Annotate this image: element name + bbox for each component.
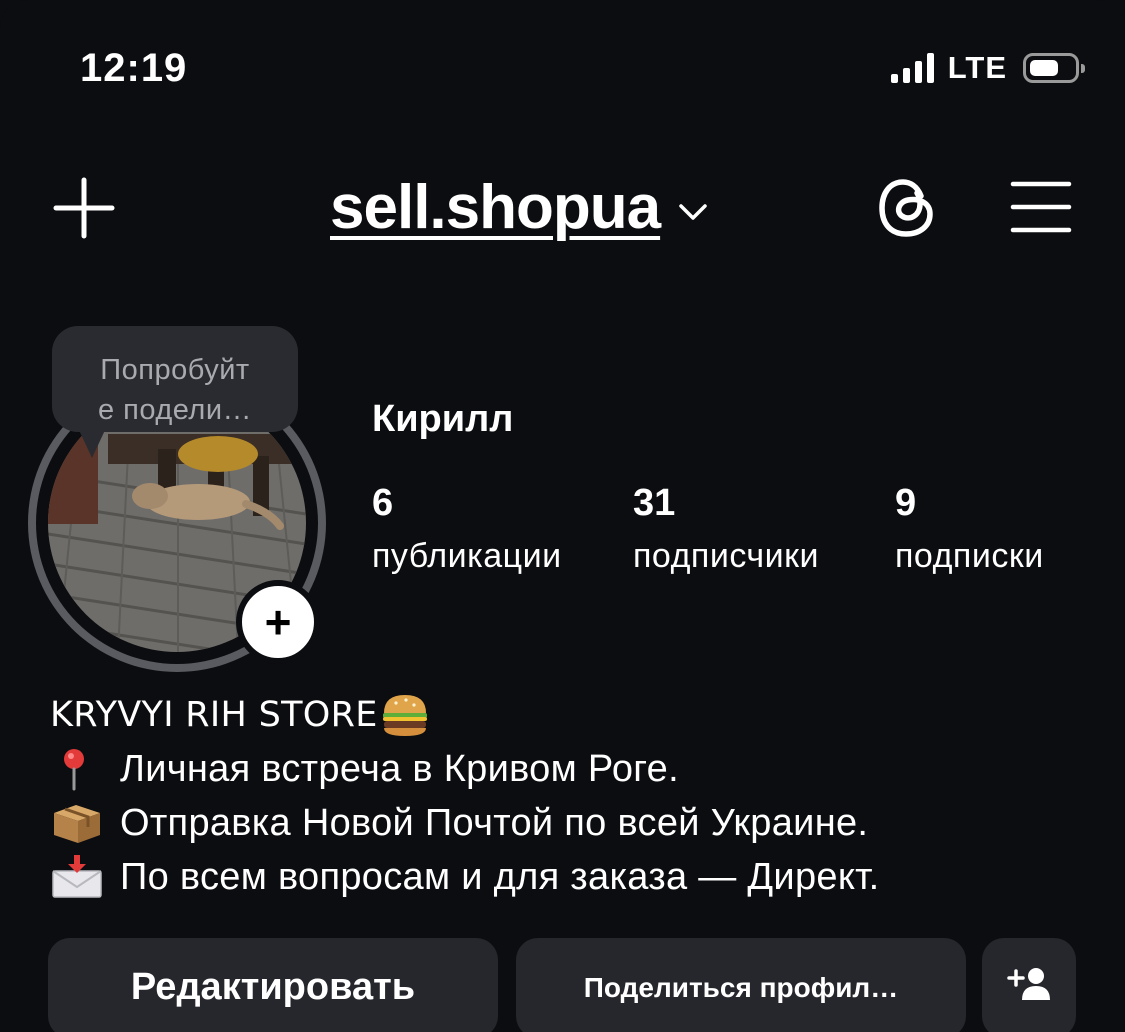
bio-title-line: KRYVYI RIH STORE (50, 688, 880, 742)
add-story-button[interactable]: + (236, 580, 320, 664)
edit-profile-button[interactable]: Редактировать (48, 938, 498, 1032)
bio-text: По всем вопросам и для заказа — Директ. (120, 856, 880, 898)
signal-icon (890, 53, 934, 83)
stat-value: 31 (633, 482, 676, 524)
share-profile-button[interactable]: Поделиться профил… (516, 938, 966, 1032)
username: sell.shopua (330, 173, 661, 242)
stat-label: подписки (895, 537, 1044, 575)
package-icon (54, 805, 100, 843)
bio-line-meetup: Личная встреча в Кривом Роге. (50, 742, 880, 796)
chevron-down-icon (679, 203, 707, 220)
tooltip-tail (78, 428, 106, 458)
profile-screen: 12:19 LTE sell.shopua + Попробуйт е поде… (0, 0, 1125, 1032)
share-tooltip[interactable]: Попробуйт е подели… (52, 326, 298, 432)
stat-label: подписчики (633, 537, 820, 575)
bio-line-shipping: Отправка Новой Почтой по всей Украине. (50, 796, 880, 850)
stat-label: публикации (372, 537, 562, 575)
stat-value: 9 (895, 482, 917, 524)
status-time: 12:19 (80, 46, 188, 90)
bio-text: Отправка Новой Почтой по всей Украине. (120, 802, 869, 844)
pushpin-icon (64, 749, 84, 791)
tooltip-line-2: е подели… (97, 394, 253, 426)
network-type: LTE (947, 50, 1007, 85)
account-switcher[interactable]: sell.shopua (330, 172, 708, 243)
battery-icon (1023, 53, 1085, 83)
status-indicators: LTE (890, 50, 1085, 86)
stat-following[interactable]: 9 подписки (895, 482, 1044, 576)
burger-icon (382, 695, 427, 736)
tooltip-line-1: Попробуйт (100, 354, 250, 386)
menu-icon[interactable] (1010, 180, 1072, 234)
plus-icon[interactable] (52, 176, 116, 240)
envelope-icon (52, 855, 102, 898)
profile-bio: KRYVYI RIH STORE Личная встреча в Кривом… (50, 688, 880, 904)
bio-title: KRYVYI RIH STORE (50, 695, 378, 735)
discover-people-button[interactable] (982, 938, 1076, 1032)
profile-name: Кирилл (372, 398, 514, 440)
bio-text: Личная встреча в Кривом Роге. (120, 748, 679, 790)
stat-posts[interactable]: 6 публикации (372, 482, 562, 576)
stat-value: 6 (372, 482, 394, 524)
threads-icon[interactable] (876, 176, 940, 240)
bio-line-contact: По всем вопросам и для заказа — Директ. (50, 850, 880, 904)
add-person-icon (1007, 968, 1050, 1000)
stat-followers[interactable]: 31 подписчики (633, 482, 819, 576)
